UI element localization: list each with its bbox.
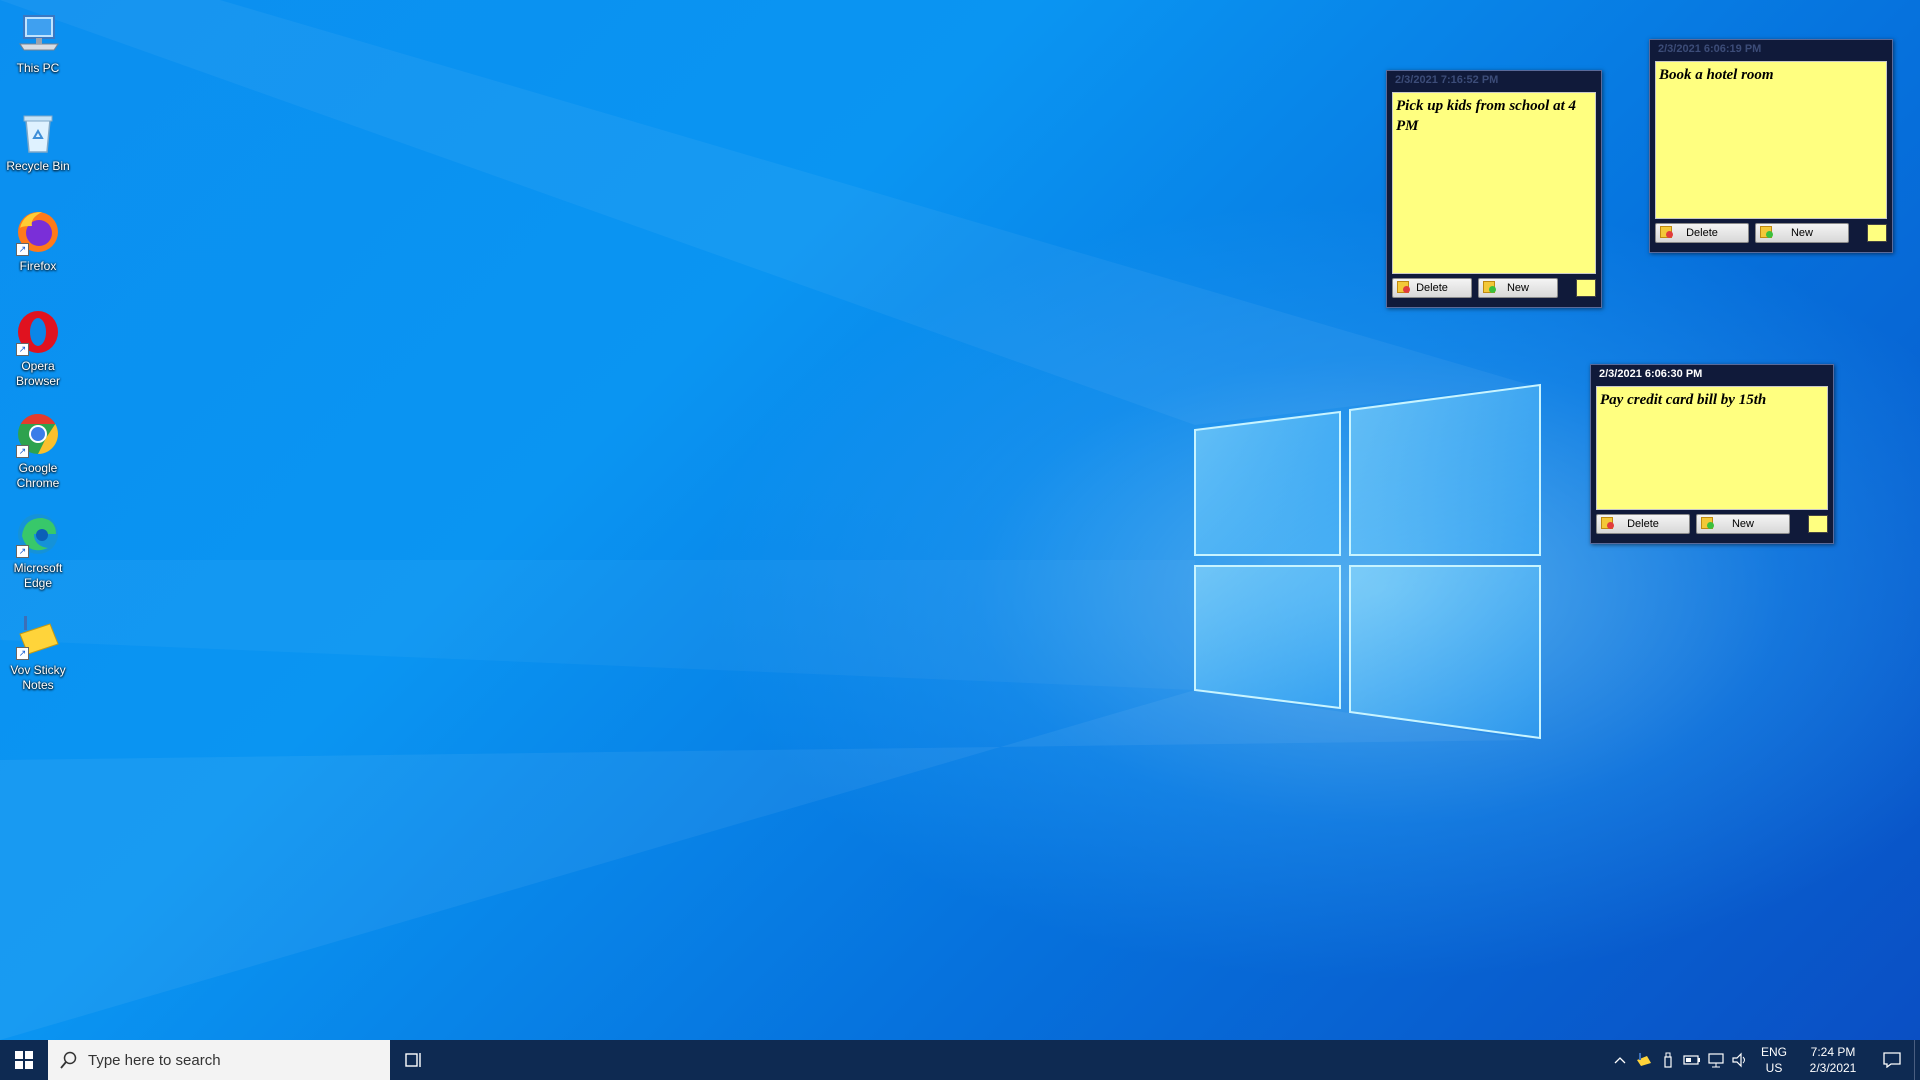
clock-date: 2/3/2021 [1809,1061,1857,1075]
search-placeholder: Type here to search [88,1051,221,1069]
new-note-button[interactable]: New [1478,278,1558,298]
note-timestamp[interactable]: 2/3/2021 6:06:30 PM [1591,365,1833,383]
delete-note-button[interactable]: Delete [1596,514,1690,534]
note-color-swatch[interactable] [1808,515,1828,533]
note-body[interactable]: Pick up kids from school at 4 PM [1392,92,1596,274]
notification-icon [1883,1052,1901,1068]
taskbar-search-box[interactable]: Type here to search [48,1040,390,1080]
desktop-icon-this-pc[interactable]: This PC [0,10,76,76]
usb-icon[interactable] [1656,1040,1680,1080]
delete-label: Delete [1686,227,1718,239]
desktop-icon-opera[interactable]: ↗ Opera Browser [0,308,76,389]
sticky-note-window[interactable]: 2/3/2021 6:06:19 PM Book a hotel room De… [1649,39,1893,253]
firefox-icon: ↗ [14,208,62,256]
desktop-icon-recycle-bin[interactable]: Recycle Bin [0,108,76,174]
delete-label: Delete [1627,518,1659,530]
delete-note-icon [1397,281,1410,293]
sticky-notes-tray-icon[interactable] [1632,1040,1656,1080]
new-note-button[interactable]: New [1696,514,1790,534]
note-body[interactable]: Pay credit card bill by 15th [1596,386,1828,510]
sticky-note-window[interactable]: 2/3/2021 7:16:52 PM Pick up kids from sc… [1386,70,1602,308]
note-timestamp[interactable]: 2/3/2021 6:06:19 PM [1650,40,1892,58]
note-text[interactable]: Book a hotel room [1656,62,1886,88]
language-code: ENG [1760,1045,1787,1059]
note-toolbar: Delete New [1392,277,1596,299]
note-text[interactable]: Pick up kids from school at 4 PM [1393,93,1595,139]
sticky-notes-icon: ↗ [14,612,62,660]
new-label: New [1506,282,1529,294]
new-note-button[interactable]: New [1755,223,1849,243]
volume-icon[interactable] [1728,1040,1752,1080]
desktop-icon-chrome[interactable]: ↗ Google Chrome [0,410,76,491]
desktop-icon-edge[interactable]: ↗ Microsoft Edge [0,510,76,591]
sticky-note-window[interactable]: 2/3/2021 6:06:30 PM Pay credit card bill… [1590,364,1834,544]
input-language-indicator[interactable]: ENG US [1752,1044,1796,1076]
desktop-icon-firefox[interactable]: ↗ Firefox [0,208,76,274]
shortcut-arrow-icon: ↗ [16,545,29,558]
search-icon [60,1051,77,1069]
opera-icon: ↗ [14,308,62,356]
edge-icon: ↗ [14,510,62,558]
shortcut-arrow-icon: ↗ [16,343,29,356]
new-label: New [1731,518,1754,530]
desktop-icon-label: Opera Browser [15,359,60,388]
task-view-button[interactable] [390,1040,438,1080]
shortcut-arrow-icon: ↗ [16,243,29,256]
windows-start-icon [15,1051,33,1069]
delete-note-button[interactable]: Delete [1392,278,1472,298]
new-label: New [1790,227,1813,239]
region-code: US [1765,1061,1783,1075]
desktop-icon-label: Recycle Bin [6,159,70,173]
desktop-icon-vov-sticky-notes[interactable]: ↗ Vov Sticky Notes [0,612,76,693]
note-body[interactable]: Book a hotel room [1655,61,1887,219]
taskbar: Type here to search ENG US 7:24 PM 2/3/2… [0,1040,1920,1080]
desktop-icon-label: This PC [16,61,60,75]
taskbar-clock[interactable]: 7:24 PM 2/3/2021 [1796,1044,1870,1076]
delete-label: Delete [1416,282,1448,294]
computer-icon [14,10,62,58]
clock-time: 7:24 PM [1810,1045,1856,1059]
system-tray: ENG US 7:24 PM 2/3/2021 [1608,1040,1920,1080]
chevron-up-icon[interactable] [1608,1040,1632,1080]
desktop-icon-label: Firefox [19,259,57,273]
task-view-icon [405,1053,421,1067]
note-color-swatch[interactable] [1867,224,1887,242]
new-note-icon [1483,281,1496,293]
note-text[interactable]: Pay credit card bill by 15th [1597,387,1827,413]
delete-note-icon [1660,226,1673,238]
recycle-bin-icon [14,108,62,156]
start-button[interactable] [0,1040,48,1080]
desktop-icon-label: Google Chrome [16,461,60,490]
desktop-icon-label: Microsoft Edge [13,561,63,590]
delete-note-button[interactable]: Delete [1655,223,1749,243]
new-note-icon [1701,517,1714,529]
note-color-swatch[interactable] [1576,279,1596,297]
action-center-button[interactable] [1870,1040,1914,1080]
new-note-icon [1760,226,1773,238]
network-icon[interactable] [1704,1040,1728,1080]
desktop-icon-label: Vov Sticky Notes [10,663,66,692]
delete-note-icon [1601,517,1614,529]
chrome-icon: ↗ [14,410,62,458]
show-desktop-button[interactable] [1914,1040,1920,1080]
note-toolbar: Delete New [1596,513,1828,535]
note-timestamp[interactable]: 2/3/2021 7:16:52 PM [1387,71,1601,89]
shortcut-arrow-icon: ↗ [16,445,29,458]
battery-icon[interactable] [1680,1040,1704,1080]
note-toolbar: Delete New [1655,222,1887,244]
shortcut-arrow-icon: ↗ [16,647,29,660]
